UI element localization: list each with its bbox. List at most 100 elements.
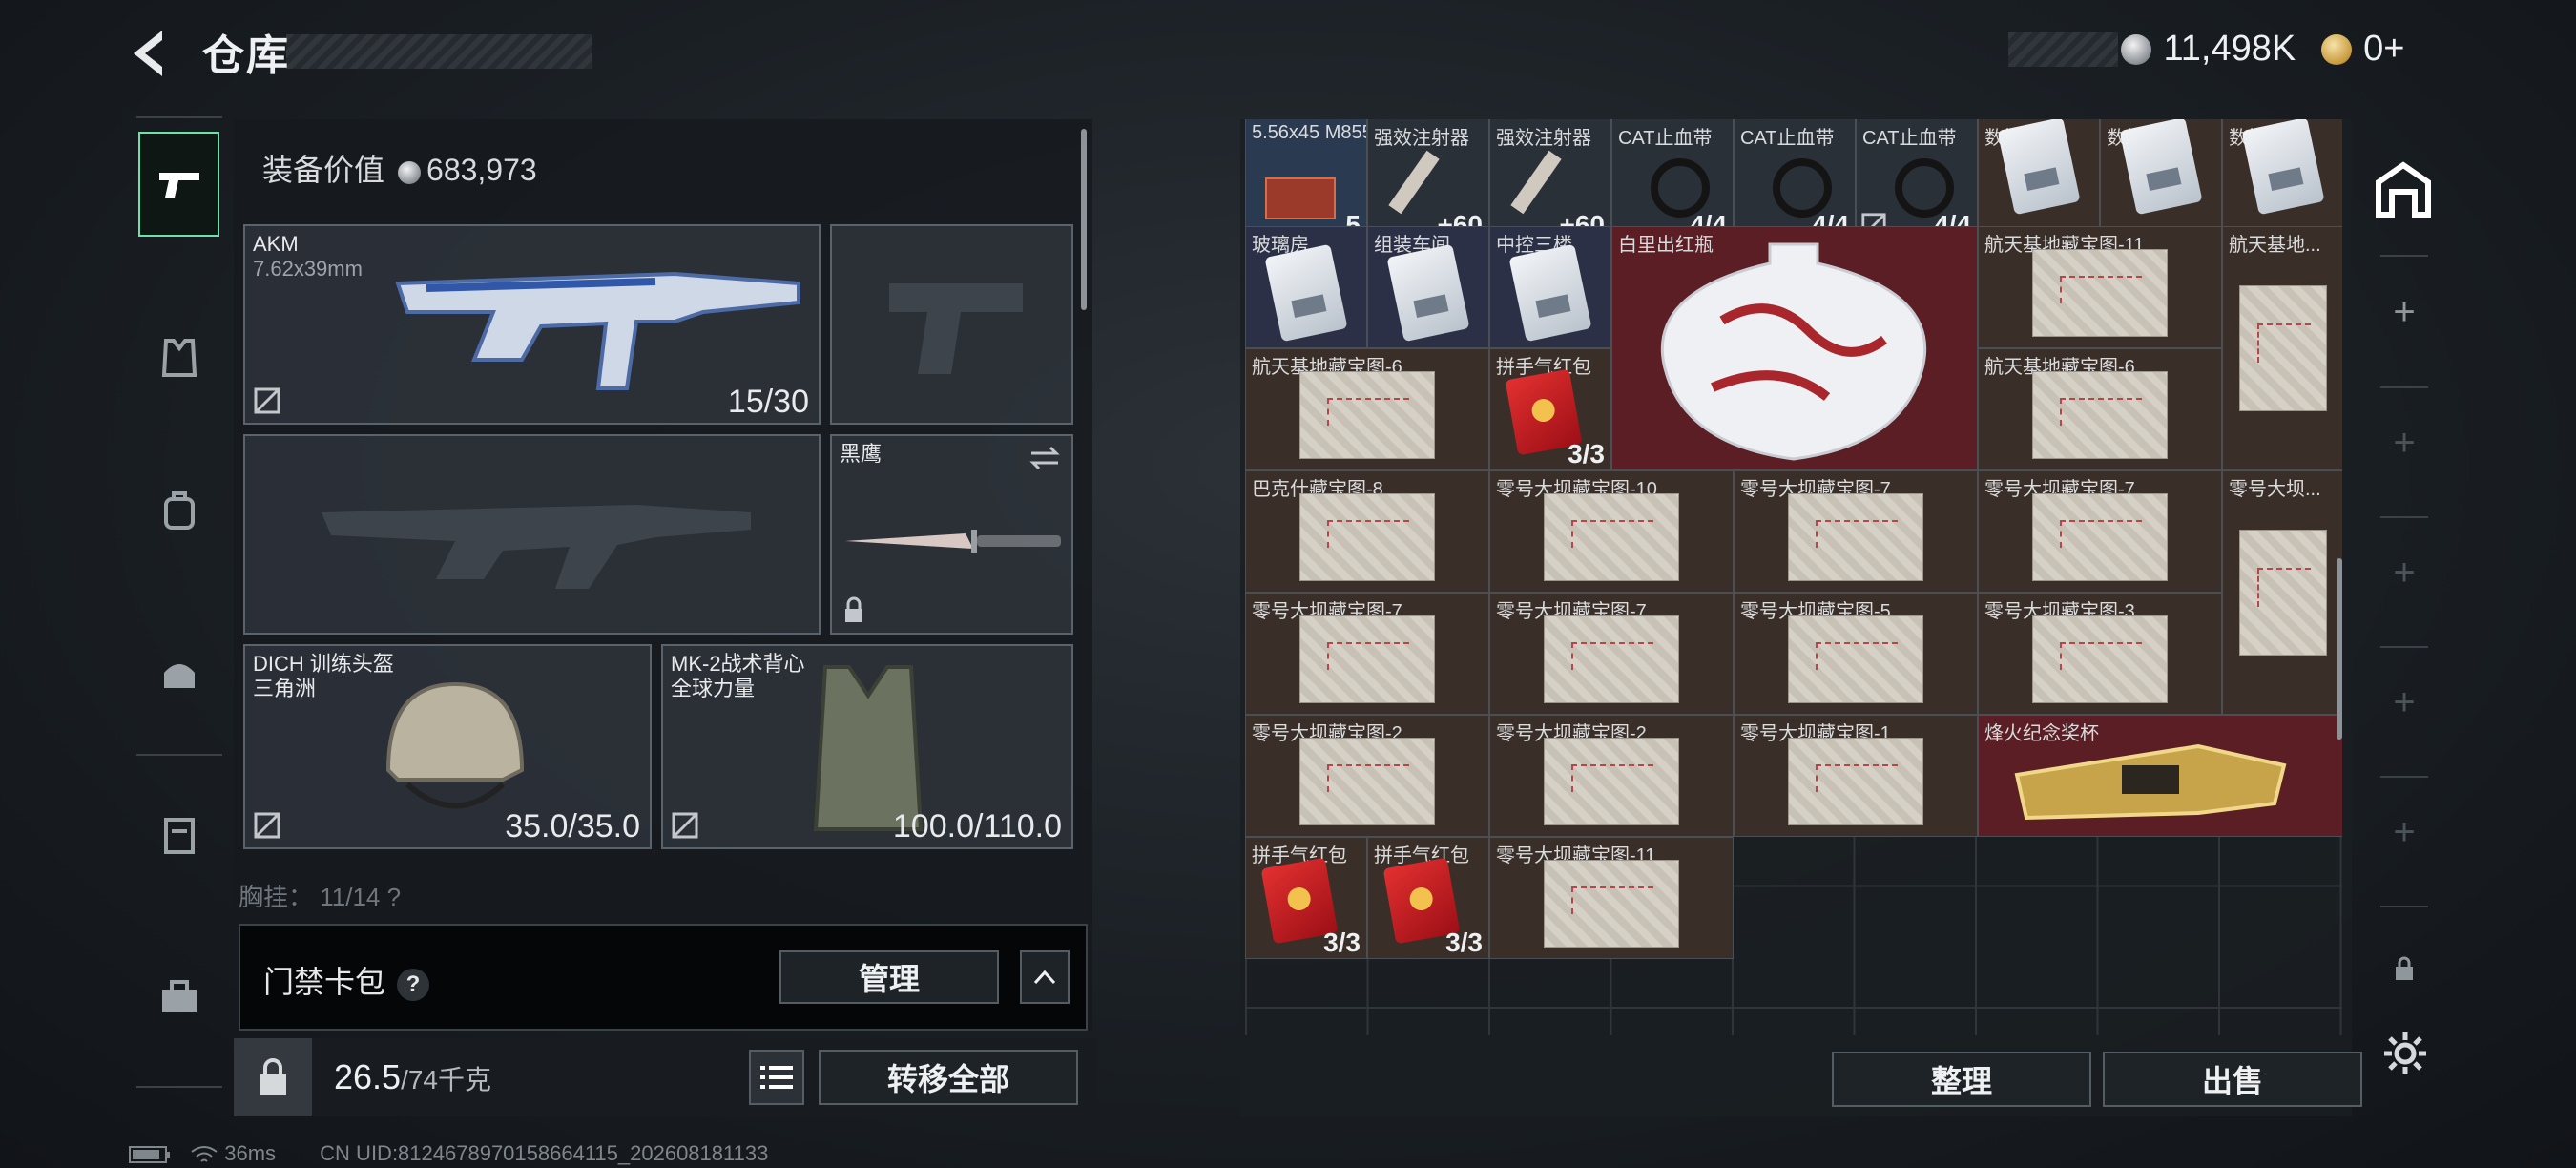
keycard-image (1264, 244, 1348, 343)
treasure-map-image (1788, 493, 1923, 582)
equipment-value: 装备价值 683,973 (262, 146, 537, 190)
add-storage-button[interactable]: + (2361, 811, 2447, 854)
uid-text: CN UID:8124678970158664115_202608181133 (320, 1141, 769, 1165)
grid-item[interactable]: 数据副本 (2100, 119, 2222, 241)
inventory-grid: 5.56x45 M855 5 强效注射器 +60 强效注射器 +60 CAT止血… (1245, 119, 2342, 1035)
grid-item[interactable]: 零号大坝藏宝图-2 (1245, 715, 1489, 837)
grid-item[interactable]: 零号大坝藏宝图-7 (1978, 470, 2222, 593)
sell-button[interactable]: 出售 (2103, 1052, 2362, 1107)
item-label: 航天基地... (2229, 235, 2321, 256)
grid-item[interactable]: 零号大坝藏宝图-10 (1489, 470, 1734, 593)
grid-item[interactable]: 拼手气红包 3/3 (1367, 837, 1489, 959)
grid-item[interactable]: 数据副本 (2222, 119, 2342, 241)
sidebar-divider (2380, 255, 2428, 257)
grid-item[interactable]: CAT止血带 4/4 (1734, 119, 1856, 241)
sidebar-item-armor[interactable] (138, 305, 219, 410)
grid-item[interactable]: 航天基地... (2222, 226, 2342, 470)
no-insure-icon (254, 812, 280, 839)
sidebar-item-toolbox[interactable] (138, 945, 219, 1050)
grid-item[interactable]: 零号大坝藏宝图-11 (1489, 837, 1734, 959)
sidebar-divider (136, 1086, 222, 1088)
grid-item[interactable]: 组装车间 (1367, 226, 1489, 348)
grid-item[interactable]: 数据副本 (1978, 119, 2100, 241)
swap-icon[interactable] (1028, 444, 1062, 472)
grid-item[interactable]: 拼手气红包 3/3 (1489, 348, 1611, 470)
chest-rig-label: 胸挂： 11/14 ? (239, 883, 402, 911)
warehouse-icon[interactable] (2373, 159, 2434, 220)
currency-premium[interactable]: 0+ (2363, 29, 2404, 69)
armor-name: MK-2战术背心 全球力量 (671, 652, 805, 700)
equipment-value-number: 683,973 (426, 153, 537, 187)
lock-button[interactable] (234, 1038, 312, 1116)
grid-item[interactable]: 中控三楼 (1489, 226, 1611, 348)
keycard-image (1508, 244, 1592, 343)
grid-item[interactable]: 零号大坝藏宝图-7 (1489, 593, 1734, 715)
grid-item[interactable]: 零号大坝藏宝图-5 (1734, 593, 1978, 715)
grid-item[interactable]: 零号大坝藏宝图-2 (1489, 715, 1734, 837)
tertiary-weapon-slot[interactable] (243, 434, 821, 635)
grid-item[interactable]: 白里出红瓶 (1611, 226, 1978, 470)
collapse-button[interactable] (1020, 950, 1070, 1004)
access-card-label: 门禁卡包 (263, 965, 386, 999)
grid-item[interactable]: 烽火纪念奖杯 (1978, 715, 2342, 837)
weapon-ammo: 15/30 (727, 384, 809, 420)
add-storage-button[interactable]: + (2361, 681, 2447, 724)
keycard-image (1386, 244, 1470, 343)
list-view-button[interactable] (749, 1050, 804, 1105)
rifle-silhouette (322, 505, 751, 589)
grid-item[interactable]: 强效注射器 +60 (1489, 119, 1611, 241)
currency-bar: 11,498K 0+ (2008, 29, 2466, 71)
grid-item[interactable]: CAT止血带 4/4 (1611, 119, 1734, 241)
grid-item[interactable]: 零号大坝藏宝图-7 (1245, 593, 1489, 715)
helmet-image (385, 681, 525, 809)
grid-item[interactable]: 拼手气红包 3/3 (1245, 837, 1367, 959)
grid-scrollbar[interactable] (2337, 558, 2342, 740)
melee-slot[interactable]: 黑鹰 (830, 434, 1073, 635)
backpack-icon (163, 491, 195, 530)
treasure-map-image (1299, 493, 1435, 582)
grid-item[interactable]: 零号大坝藏宝图-1 (1734, 715, 1978, 837)
weight-current: 26.5 (334, 1057, 402, 1096)
grid-item[interactable]: 零号大坝... (2222, 470, 2342, 715)
add-storage-button[interactable]: + (2361, 422, 2447, 465)
sidebar-item-case[interactable] (138, 782, 219, 887)
sidebar-divider (136, 116, 222, 118)
grid-item[interactable]: 零号大坝藏宝图-7 (1734, 470, 1978, 593)
knife-image (845, 530, 1061, 553)
sort-button[interactable]: 整理 (1832, 1052, 2091, 1107)
sidebar-item-pouch[interactable] (138, 620, 219, 725)
currency-stripe (2008, 32, 2118, 67)
add-storage-button[interactable]: + (2361, 552, 2447, 594)
grid-item[interactable]: 5.56x45 M855 5 (1245, 119, 1367, 241)
grid-item[interactable]: CAT止血带 4/4 (1856, 119, 1978, 241)
grid-item[interactable]: 零号大坝藏宝图-3 (1978, 593, 2222, 715)
add-storage-button[interactable]: + (2361, 291, 2447, 334)
manage-button[interactable]: 管理 (779, 950, 999, 1004)
item-label: 5.56x45 M855 (1252, 122, 1367, 143)
primary-weapon-slot[interactable]: AKM 7.62x39mm 15/30 (243, 224, 821, 425)
grid-item[interactable]: 巴克什藏宝图-8 (1245, 470, 1489, 593)
gear-icon[interactable] (2382, 1031, 2428, 1076)
grid-item[interactable]: 航天基地藏宝图-11 (1978, 226, 2222, 348)
grid-item[interactable]: 航天基地藏宝图-6 (1245, 348, 1489, 470)
armor-slot[interactable]: MK-2战术背心 全球力量 100.0/110.0 (661, 644, 1073, 849)
item-count: 3/3 (1568, 439, 1605, 469)
panel-scrollbar[interactable] (1081, 129, 1087, 310)
help-icon[interactable]: ? (397, 968, 430, 1001)
transfer-all-button[interactable]: 转移全部 (819, 1050, 1078, 1105)
sidebar-item-weapons[interactable] (138, 132, 219, 237)
treasure-map-image (1299, 738, 1435, 826)
case-icon (163, 818, 195, 854)
chevron-up-icon (1033, 970, 1056, 985)
secondary-weapon-slot[interactable] (830, 224, 1073, 425)
grid-item[interactable]: 玻璃房 (1245, 226, 1367, 348)
grid-item[interactable]: 航天基地藏宝图-6 (1978, 348, 2222, 470)
helmet-slot[interactable]: DICH 训练头盔 三角洲 35.0/35.0 (243, 644, 652, 849)
sidebar-item-backpack[interactable] (138, 458, 219, 563)
status-footer: 36ms CN UID:8124678970158664115_20260818… (129, 1141, 768, 1166)
back-icon[interactable] (124, 25, 181, 82)
coin-icon (398, 160, 422, 184)
grid-item[interactable]: 强效注射器 +60 (1367, 119, 1489, 241)
lock-icon (845, 596, 862, 622)
treasure-map-image (1544, 860, 1679, 949)
